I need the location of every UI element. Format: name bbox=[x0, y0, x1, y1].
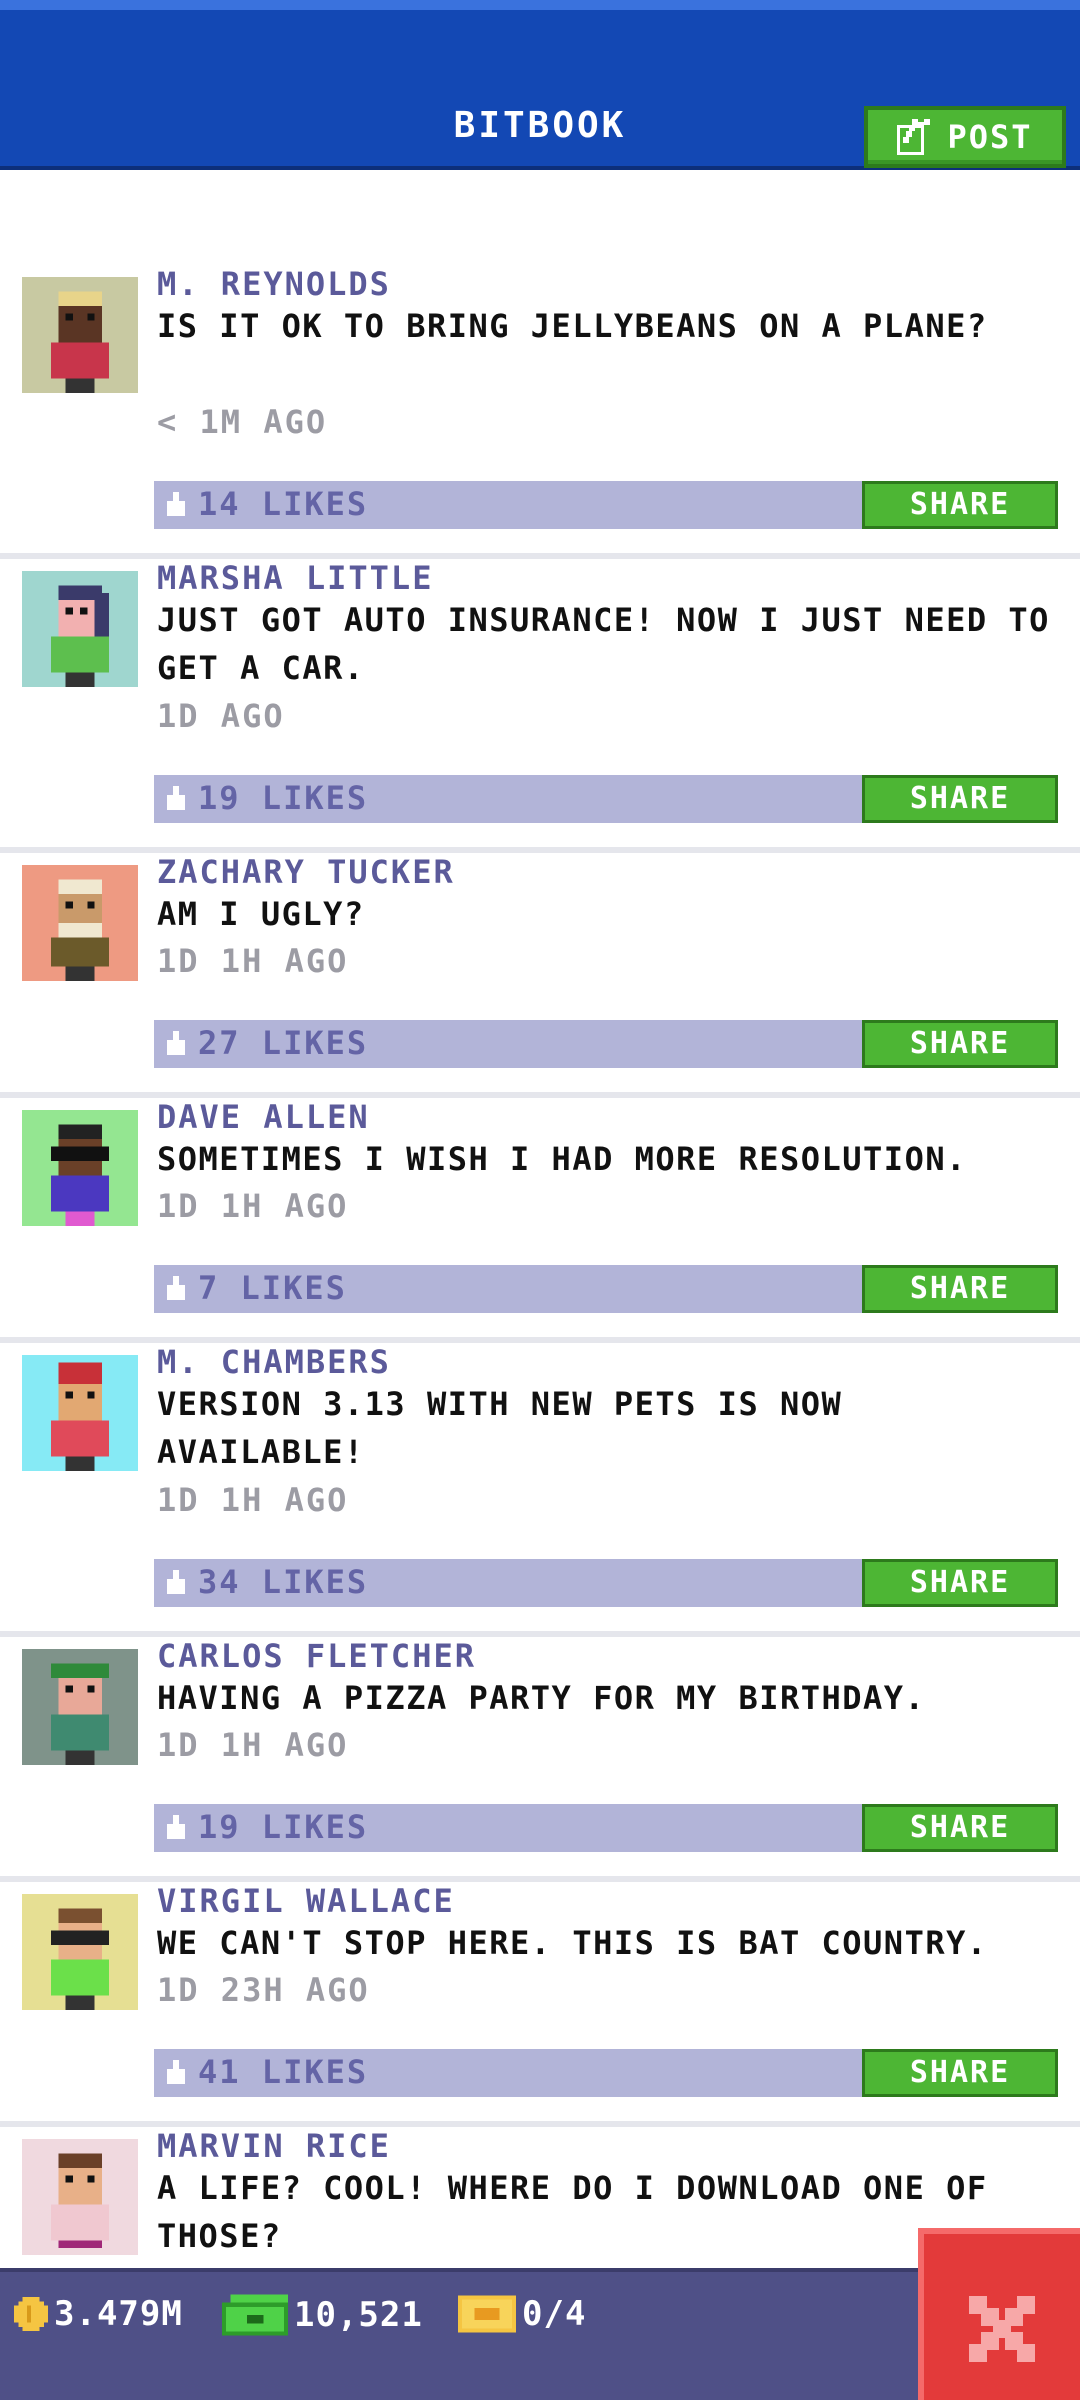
top-bar: BITBOOK POST bbox=[0, 0, 1080, 170]
avatar[interactable] bbox=[21, 2139, 139, 2255]
like-count: 7 LIKES bbox=[198, 1269, 347, 1307]
post-author[interactable]: VIRGIL WALLACE bbox=[157, 1882, 455, 1920]
post-time: < 1M AGO bbox=[157, 403, 328, 441]
like-bar[interactable]: 19 LIKES bbox=[154, 1804, 862, 1852]
like-bar[interactable]: 34 LIKES bbox=[154, 1559, 862, 1607]
avatar[interactable] bbox=[21, 1894, 139, 2010]
tickets-value: 0/4 bbox=[522, 2294, 587, 2334]
post-time: 1D 1H AGO bbox=[157, 1481, 349, 1519]
bux-stat: 10,521 bbox=[222, 2294, 423, 2336]
post-time: 1D 1H AGO bbox=[157, 942, 349, 980]
bitbook-screen: BITBOOK POST M. REYNOLDS IS IT OK TO BRI… bbox=[0, 0, 1080, 2400]
coins-value: 3.479M bbox=[54, 2294, 183, 2334]
share-button[interactable]: SHARE bbox=[862, 2049, 1058, 2097]
bux-icon bbox=[222, 2294, 288, 2336]
like-count: 19 LIKES bbox=[198, 1808, 369, 1846]
post-author[interactable]: CARLOS FLETCHER bbox=[157, 1637, 476, 1675]
like-bar[interactable]: 14 LIKES bbox=[154, 481, 862, 529]
post-time: 1D AGO bbox=[157, 697, 285, 735]
like-count: 14 LIKES bbox=[198, 485, 369, 523]
share-button[interactable]: SHARE bbox=[862, 1020, 1058, 1068]
post-author[interactable]: DAVE ALLEN bbox=[157, 1098, 370, 1136]
post-text: AM I UGLY? bbox=[157, 895, 365, 933]
like-count: 19 LIKES bbox=[198, 779, 369, 817]
like-bar[interactable]: 27 LIKES bbox=[154, 1020, 862, 1068]
post-time: 1D 23H AGO bbox=[157, 1971, 370, 2009]
coins-stat: 3.479M bbox=[14, 2294, 183, 2334]
feed-post: M. CHAMBERS VERSION 3.13 WITH NEW PETS I… bbox=[0, 1343, 1080, 1637]
post-time: 1D 1H AGO bbox=[157, 1187, 349, 1225]
like-bar[interactable]: 19 LIKES bbox=[154, 775, 862, 823]
like-count: 27 LIKES bbox=[198, 1024, 369, 1062]
avatar[interactable] bbox=[21, 1110, 139, 1226]
share-button[interactable]: SHARE bbox=[862, 481, 1058, 529]
post-author[interactable]: M. CHAMBERS bbox=[157, 1343, 391, 1381]
post-text: WE CAN'T STOP HERE. THIS IS BAT COUNTRY. bbox=[157, 1924, 988, 1962]
post-button[interactable]: POST bbox=[864, 106, 1066, 168]
post-time: 1D 1H AGO bbox=[157, 1726, 349, 1764]
bux-value: 10,521 bbox=[294, 2295, 423, 2335]
like-count: 34 LIKES bbox=[198, 1563, 369, 1601]
ticket-icon bbox=[458, 2295, 516, 2333]
post-button-label: POST bbox=[947, 118, 1033, 156]
avatar[interactable] bbox=[21, 865, 139, 981]
like-icon bbox=[167, 492, 185, 516]
avatar[interactable] bbox=[21, 571, 139, 687]
tickets-stat: 0/4 bbox=[458, 2294, 586, 2334]
compose-icon bbox=[897, 119, 931, 155]
like-icon bbox=[167, 1815, 185, 1839]
feed-post: CARLOS FLETCHER HAVING A PIZZA PARTY FOR… bbox=[0, 1637, 1080, 1882]
post-text: VERSION 3.13 WITH NEW PETS IS NOW AVAILA… bbox=[157, 1385, 843, 1471]
feed-post: M. REYNOLDS IS IT OK TO BRING JELLYBEANS… bbox=[0, 265, 1080, 559]
coin-icon bbox=[14, 2297, 48, 2331]
like-count: 41 LIKES bbox=[198, 2053, 369, 2091]
share-button[interactable]: SHARE bbox=[862, 1559, 1058, 1607]
feed-post: ZACHARY TUCKER AM I UGLY? 1D 1H AGO 27 L… bbox=[0, 853, 1080, 1098]
like-icon bbox=[167, 1276, 185, 1300]
avatar[interactable] bbox=[21, 277, 139, 393]
share-button[interactable]: SHARE bbox=[862, 1265, 1058, 1313]
post-author[interactable]: MARSHA LITTLE bbox=[157, 559, 433, 597]
feed-list[interactable]: M. REYNOLDS IS IT OK TO BRING JELLYBEANS… bbox=[0, 170, 1080, 2270]
avatar[interactable] bbox=[21, 1355, 139, 1471]
post-text: JUST GOT AUTO INSURANCE! NOW I JUST NEED… bbox=[157, 601, 1050, 687]
feed-post: MARSHA LITTLE JUST GOT AUTO INSURANCE! N… bbox=[0, 559, 1080, 853]
like-bar[interactable]: 7 LIKES bbox=[154, 1265, 862, 1313]
close-button[interactable] bbox=[918, 2228, 1080, 2400]
feed-post: VIRGIL WALLACE WE CAN'T STOP HERE. THIS … bbox=[0, 1882, 1080, 2127]
post-text: IS IT OK TO BRING JELLYBEANS ON A PLANE? bbox=[157, 307, 988, 345]
share-button[interactable]: SHARE bbox=[862, 775, 1058, 823]
feed-post: DAVE ALLEN SOMETIMES I WISH I HAD MORE R… bbox=[0, 1098, 1080, 1343]
like-icon bbox=[167, 786, 185, 810]
close-icon bbox=[969, 2296, 1035, 2362]
like-icon bbox=[167, 2060, 185, 2084]
post-text: SOMETIMES I WISH I HAD MORE RESOLUTION. bbox=[157, 1140, 967, 1178]
post-author[interactable]: MARVIN RICE bbox=[157, 2127, 391, 2165]
post-author[interactable]: M. REYNOLDS bbox=[157, 265, 391, 303]
share-button[interactable]: SHARE bbox=[862, 1804, 1058, 1852]
like-bar[interactable]: 41 LIKES bbox=[154, 2049, 862, 2097]
avatar[interactable] bbox=[21, 1649, 139, 1765]
like-icon bbox=[167, 1570, 185, 1594]
like-icon bbox=[167, 1031, 185, 1055]
post-text: HAVING A PIZZA PARTY FOR MY BIRTHDAY. bbox=[157, 1679, 926, 1717]
post-author[interactable]: ZACHARY TUCKER bbox=[157, 853, 455, 891]
